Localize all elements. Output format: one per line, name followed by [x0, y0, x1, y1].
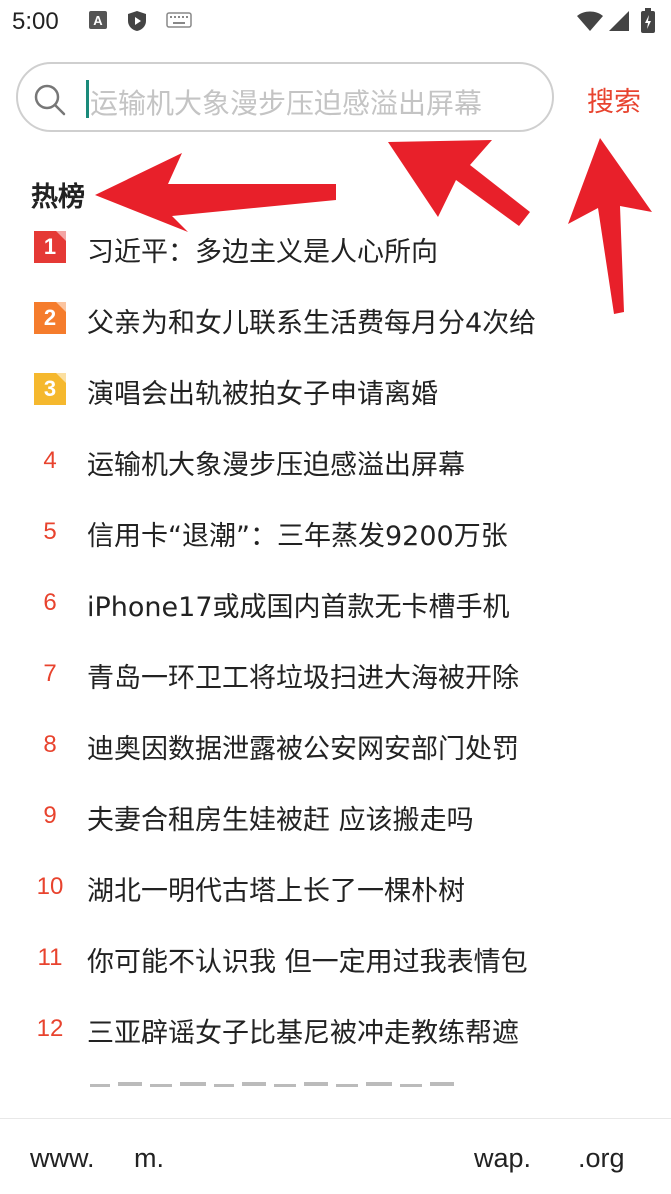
list-item[interactable]: 7 青岛一环卫工将垃圾扫进大海被开除 [0, 644, 671, 704]
rank-number: 9 [43, 802, 57, 829]
annotation-arrow-upleft [388, 140, 530, 226]
rank-badge: 2 [34, 302, 66, 334]
font-a-icon: A [88, 10, 110, 32]
list-item[interactable]: 5 信用卡“退潮”：三年蒸发9200万张 [0, 502, 671, 562]
list-item[interactable]: 6 iPhone17或成国内首款无卡槽手机 [0, 573, 671, 633]
rank-badge: 1 [34, 231, 66, 263]
list-item-title: 运输机大象漫步压迫感溢出屏幕 [87, 450, 465, 481]
list-item[interactable]: 11 你可能不认识我 但一定用过我表情包 [0, 928, 671, 988]
search-input[interactable]: 运输机大象漫步压迫感溢出屏幕 [16, 62, 554, 132]
text-cursor [86, 80, 89, 118]
search-button[interactable]: 搜索 [587, 80, 641, 119]
list-item[interactable]: 12 三亚辟谣女子比基尼被冲走教练帮遮 [0, 999, 671, 1059]
rank-number: 6 [43, 589, 57, 616]
rank-number: 5 [43, 518, 57, 545]
battery-icon [640, 8, 656, 33]
search-icon [32, 82, 68, 118]
list-item-title: 迪奥因数据泄露被公安网安部门处罚 [87, 734, 519, 765]
signal-icon [608, 10, 630, 32]
list-item-title: 父亲为和女儿联系生活费每月分4次给 [87, 308, 537, 339]
list-item-title: 信用卡“退潮”：三年蒸发9200万张 [87, 521, 508, 552]
list-item-title: 习近平：多边主义是人心所向 [87, 237, 438, 268]
list-item-title: 湖北一明代古塔上长了一棵朴树 [87, 876, 465, 907]
rank-number: 12 [36, 1015, 64, 1042]
rank-number: 11 [37, 944, 63, 971]
status-bar: 5:00 A [0, 0, 671, 46]
shield-icon [126, 10, 148, 32]
rank-badge: 3 [34, 373, 66, 405]
rank-number: 4 [43, 447, 57, 474]
list-item[interactable]: 3 演唱会出轨被拍女子申请离婚 [0, 360, 671, 420]
bottom-bar: www. m. wap. .org [0, 1118, 671, 1194]
rank-number: 8 [43, 731, 57, 758]
list-item[interactable]: 8 迪奥因数据泄露被公安网安部门处罚 [0, 715, 671, 775]
list-item-title: 三亚辟谣女子比基尼被冲走教练帮遮 [87, 1018, 519, 1049]
list-item-title: 演唱会出轨被拍女子申请离婚 [87, 379, 438, 410]
list-item[interactable]: 2 父亲为和女儿联系生活费每月分4次给 [0, 289, 671, 349]
list-item[interactable]: 4 运输机大象漫步压迫感溢出屏幕 [0, 431, 671, 491]
hot-list-title: 热榜 [31, 182, 85, 213]
screen: 5:00 A 运输机大象漫步压迫感溢出屏幕 搜索 热榜 1 习近平：多边主义是人 [0, 0, 671, 1194]
search-placeholder: 运输机大象漫步压迫感溢出屏幕 [90, 87, 483, 120]
list-item-title: 青岛一环卫工将垃圾扫进大海被开除 [87, 663, 519, 694]
shortcut-www[interactable]: www. [30, 1143, 95, 1174]
rank-number: 10 [36, 873, 64, 900]
list-item[interactable]: 10 湖北一明代古塔上长了一棵朴树 [0, 857, 671, 917]
svg-text:A: A [93, 13, 103, 28]
keyboard-icon [166, 10, 192, 32]
wifi-icon [576, 10, 604, 32]
list-item[interactable]: 1 习近平：多边主义是人心所向 [0, 218, 671, 278]
list-item-clipped [0, 1076, 671, 1090]
list-item[interactable]: 9 夫妻合租房生娃被赶 应该搬走吗 [0, 786, 671, 846]
rank-number: 7 [43, 660, 57, 687]
shortcut-wap[interactable]: wap. [474, 1143, 531, 1174]
list-item-title: 你可能不认识我 但一定用过我表情包 [87, 947, 528, 978]
shortcut-m[interactable]: m. [134, 1143, 164, 1174]
list-item-title: iPhone17或成国内首款无卡槽手机 [87, 592, 510, 623]
status-time: 5:00 [12, 8, 59, 35]
shortcut-org[interactable]: .org [578, 1143, 625, 1174]
list-item-title: 夫妻合租房生娃被赶 应该搬走吗 [87, 805, 474, 836]
